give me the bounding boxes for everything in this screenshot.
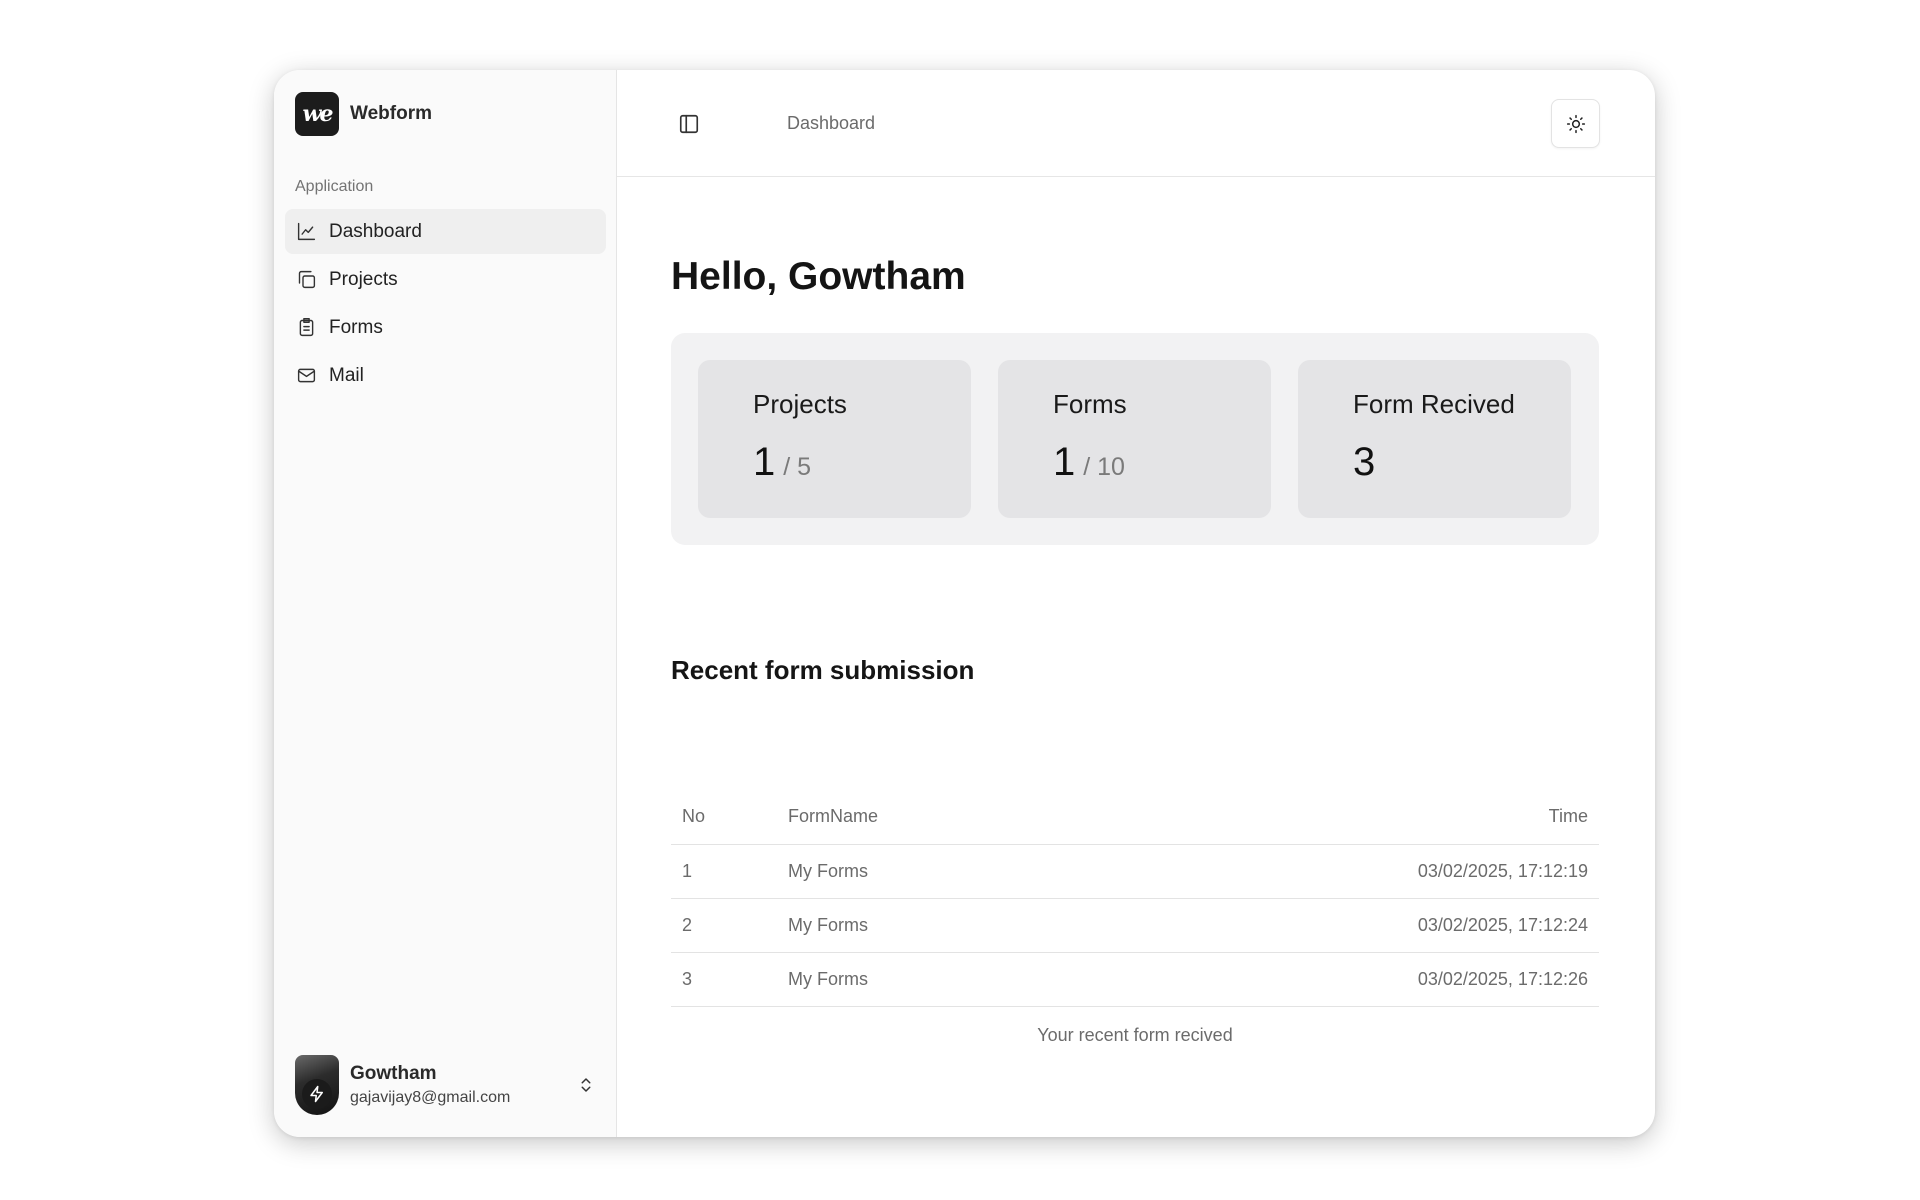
cell-formname: My Forms	[788, 898, 1058, 953]
user-name: Gowtham	[350, 1063, 437, 1084]
column-header-time[interactable]: Time	[1057, 790, 1599, 845]
page-title: Hello, Gowtham	[671, 255, 966, 298]
topbar: Dashboard	[617, 70, 1655, 177]
avatar	[295, 1055, 339, 1115]
stat-count: 3	[1353, 440, 1376, 484]
sidebar-item-dashboard[interactable]: Dashboard	[285, 209, 606, 254]
webform-logo: we	[295, 92, 339, 136]
submissions-table: No FormName Time 1 My Forms 03/02/2025, …	[671, 790, 1599, 1007]
stat-card-projects: Projects 1/ 5	[698, 360, 971, 518]
table-row[interactable]: 3 My Forms 03/02/2025, 17:12:26	[671, 952, 1599, 1007]
copy-icon	[298, 270, 316, 289]
sidebar-item-label: Mail	[329, 364, 364, 386]
column-header-no[interactable]: No	[671, 790, 788, 845]
cell-formname: My Forms	[788, 844, 1058, 899]
table-row[interactable]: 1 My Forms 03/02/2025, 17:12:19	[671, 844, 1599, 899]
sun-icon	[1566, 114, 1585, 133]
stat-count: 1	[1053, 440, 1076, 484]
stats-panel: Projects 1/ 5 Forms 1/ 10 Form Recived 3	[671, 333, 1599, 545]
stat-card-forms: Forms 1/ 10	[998, 360, 1271, 518]
stat-total: / 10	[1083, 453, 1125, 481]
brand-name: Webform	[350, 103, 432, 124]
user-menu[interactable]: Gowtham gajavijay8@gmail.com	[295, 1055, 605, 1115]
table-caption: Your recent form recived	[1037, 1025, 1233, 1045]
cell-time: 03/02/2025, 17:12:24	[1057, 898, 1599, 953]
cell-no: 1	[671, 844, 788, 899]
stat-card-form-received: Form Recived 3	[1298, 360, 1571, 518]
sidebar-item-mail[interactable]: Mail	[285, 353, 606, 398]
brand[interactable]: we Webform	[295, 92, 432, 136]
chart-line-icon	[297, 222, 316, 241]
sidebar-item-label: Forms	[329, 316, 383, 338]
theme-toggle-button[interactable]	[1551, 99, 1600, 148]
cell-no: 3	[671, 952, 788, 1007]
stat-title: Forms	[1053, 389, 1127, 419]
stat-value: 1/ 5	[753, 440, 971, 485]
sidebar: we Webform Application Dashboard Project…	[274, 70, 617, 1137]
sidebar-item-forms[interactable]: Forms	[285, 305, 606, 350]
stat-title: Projects	[753, 389, 847, 419]
stat-count: 1	[753, 440, 776, 484]
cell-formname: My Forms	[788, 952, 1058, 1007]
clipboard-list-icon	[299, 318, 314, 337]
user-info: Gowtham gajavijay8@gmail.com	[350, 1063, 510, 1107]
cell-time: 03/02/2025, 17:12:26	[1057, 952, 1599, 1007]
breadcrumb[interactable]: Dashboard	[787, 113, 875, 134]
sidebar-item-projects[interactable]: Projects	[285, 257, 606, 302]
column-header-formname[interactable]: FormName	[788, 790, 1058, 845]
main-content: Dashboard Hello, Gowtham Projects 1/ 5 F…	[617, 70, 1655, 1137]
stat-title: Form Recived	[1353, 389, 1515, 419]
table-header-row: No FormName Time	[671, 790, 1599, 845]
sidebar-group-label: Application	[295, 178, 374, 195]
cell-time: 03/02/2025, 17:12:19	[1057, 844, 1599, 899]
mail-icon	[297, 368, 316, 383]
app-window: we Webform Application Dashboard Project…	[274, 70, 1655, 1137]
stat-value: 3	[1353, 440, 1571, 485]
cell-no: 2	[671, 898, 788, 953]
sidebar-nav: Dashboard Projects Forms Mail	[285, 209, 606, 401]
table-row[interactable]: 2 My Forms 03/02/2025, 17:12:24	[671, 898, 1599, 953]
stat-value: 1/ 10	[1053, 440, 1271, 485]
sidebar-item-label: Dashboard	[329, 220, 422, 242]
user-email: gajavijay8@gmail.com	[350, 1089, 511, 1106]
section-title: Recent form submission	[671, 655, 975, 685]
bolt-icon	[302, 1079, 332, 1109]
chevrons-up-down-icon[interactable]	[577, 1075, 595, 1095]
sidebar-item-label: Projects	[329, 268, 398, 290]
panel-left-icon[interactable]	[678, 113, 700, 135]
stat-total: / 5	[783, 453, 812, 481]
